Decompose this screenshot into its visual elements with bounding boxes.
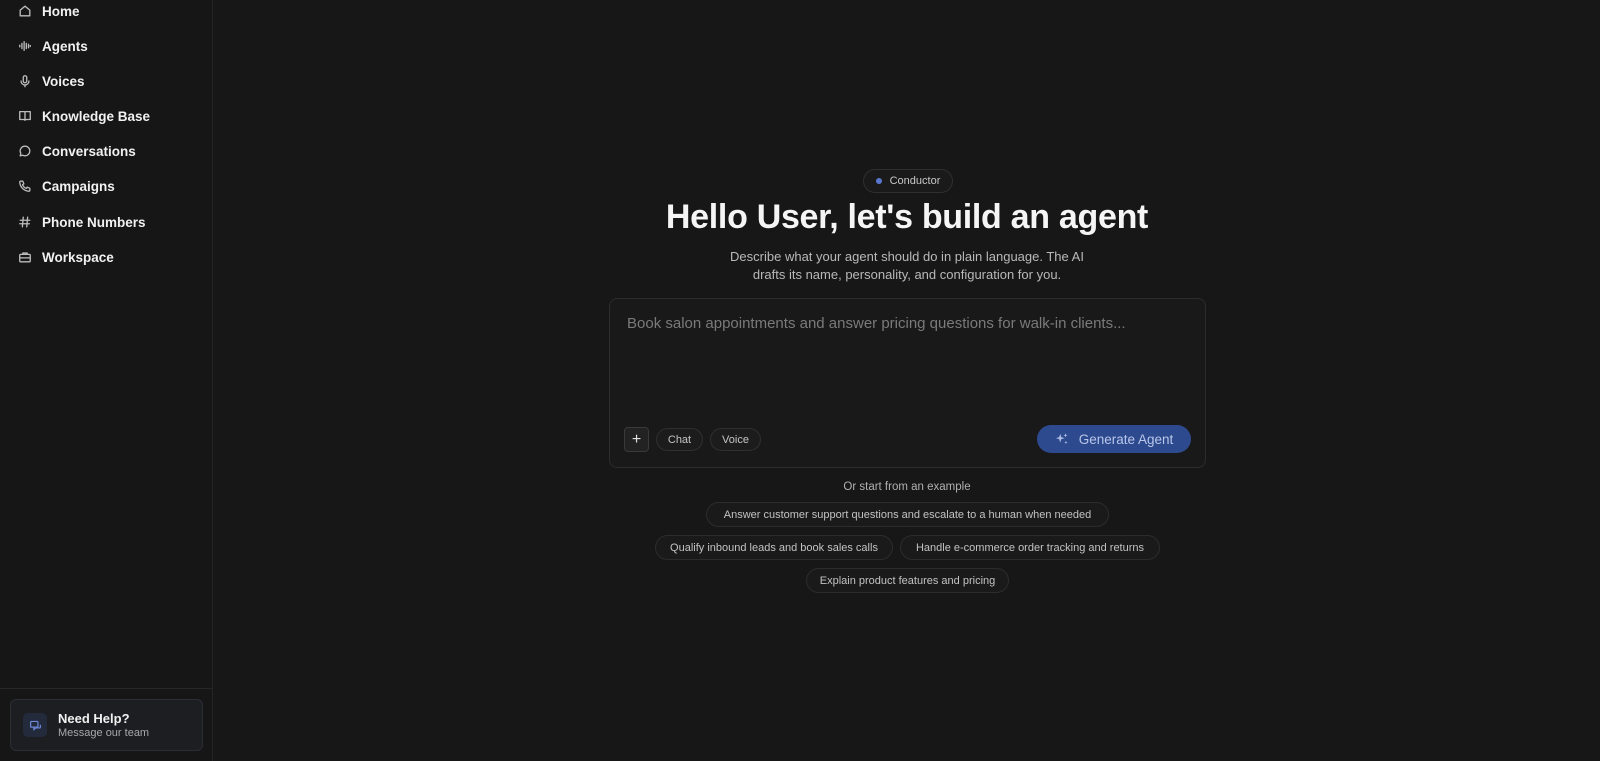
sidebar: Home Agents Voices Knowledge Base Conver… <box>0 0 213 761</box>
agent-description-composer: + Chat Voice Generate Agent <box>609 298 1206 468</box>
sidebar-item-label: Agents <box>42 38 88 54</box>
examples-label: Or start from an example <box>843 481 971 493</box>
sidebar-item-label: Knowledge Base <box>42 108 151 124</box>
hash-icon <box>18 215 32 229</box>
sidebar-item-label: Workspace <box>42 249 114 265</box>
message-icon <box>23 713 47 737</box>
sidebar-item-label: Campaigns <box>42 178 115 194</box>
page-subtitle: Describe what your agent should do in pl… <box>700 248 1114 284</box>
microphone-icon <box>18 74 32 88</box>
example-chip-ecommerce[interactable]: Handle e-commerce order tracking and ret… <box>900 535 1160 560</box>
help-title: Need Help? <box>58 710 130 726</box>
sidebar-item-agents[interactable]: Agents <box>0 31 213 61</box>
sidebar-item-phone-numbers[interactable]: Phone Numbers <box>0 207 213 237</box>
subtitle-line-2: drafts its name, personality, and config… <box>752 267 1062 282</box>
sidebar-item-knowledge-base[interactable]: Knowledge Base <box>0 101 213 131</box>
sparkle-icon <box>1055 433 1068 445</box>
example-chip-leads[interactable]: Qualify inbound leads and book sales cal… <box>655 535 893 560</box>
conductor-badge: Conductor <box>863 169 953 193</box>
briefcase-icon <box>18 250 32 264</box>
status-dot-icon <box>875 178 882 184</box>
badge-label: Conductor <box>889 175 941 187</box>
mode-chat-button[interactable]: Chat <box>656 428 703 451</box>
add-attachment-button[interactable]: + <box>624 427 649 452</box>
example-chip-support[interactable]: Answer customer support questions and es… <box>706 502 1109 527</box>
agent-description-input[interactable] <box>627 315 1187 395</box>
sidebar-item-label: Voices <box>42 73 85 89</box>
mode-voice-button[interactable]: Voice <box>710 428 761 451</box>
page-title: Hello User, let's build an agent <box>665 198 1149 236</box>
example-chip-product[interactable]: Explain product features and pricing <box>806 568 1009 593</box>
sidebar-item-campaigns[interactable]: Campaigns <box>0 171 213 201</box>
sidebar-divider <box>0 688 213 689</box>
book-icon <box>18 109 32 123</box>
sidebar-item-home[interactable]: Home <box>0 0 213 26</box>
home-icon <box>18 4 32 18</box>
sidebar-item-label: Home <box>42 3 80 19</box>
sidebar-item-label: Conversations <box>42 143 136 159</box>
generate-agent-label: Generate Agent <box>1078 431 1174 447</box>
chat-bubble-icon <box>18 144 32 158</box>
generate-agent-button[interactable]: Generate Agent <box>1037 425 1191 453</box>
sidebar-item-voices[interactable]: Voices <box>0 66 213 96</box>
help-card[interactable]: Need Help? Message our team <box>10 699 203 751</box>
sidebar-item-label: Phone Numbers <box>42 214 146 230</box>
waveform-icon <box>18 39 32 53</box>
subtitle-line-1: Describe what your agent should do in pl… <box>730 249 1084 264</box>
sidebar-item-conversations[interactable]: Conversations <box>0 136 213 166</box>
help-subtitle: Message our team <box>58 726 150 739</box>
sidebar-item-workspace[interactable]: Workspace <box>0 242 213 272</box>
phone-icon <box>18 179 32 193</box>
